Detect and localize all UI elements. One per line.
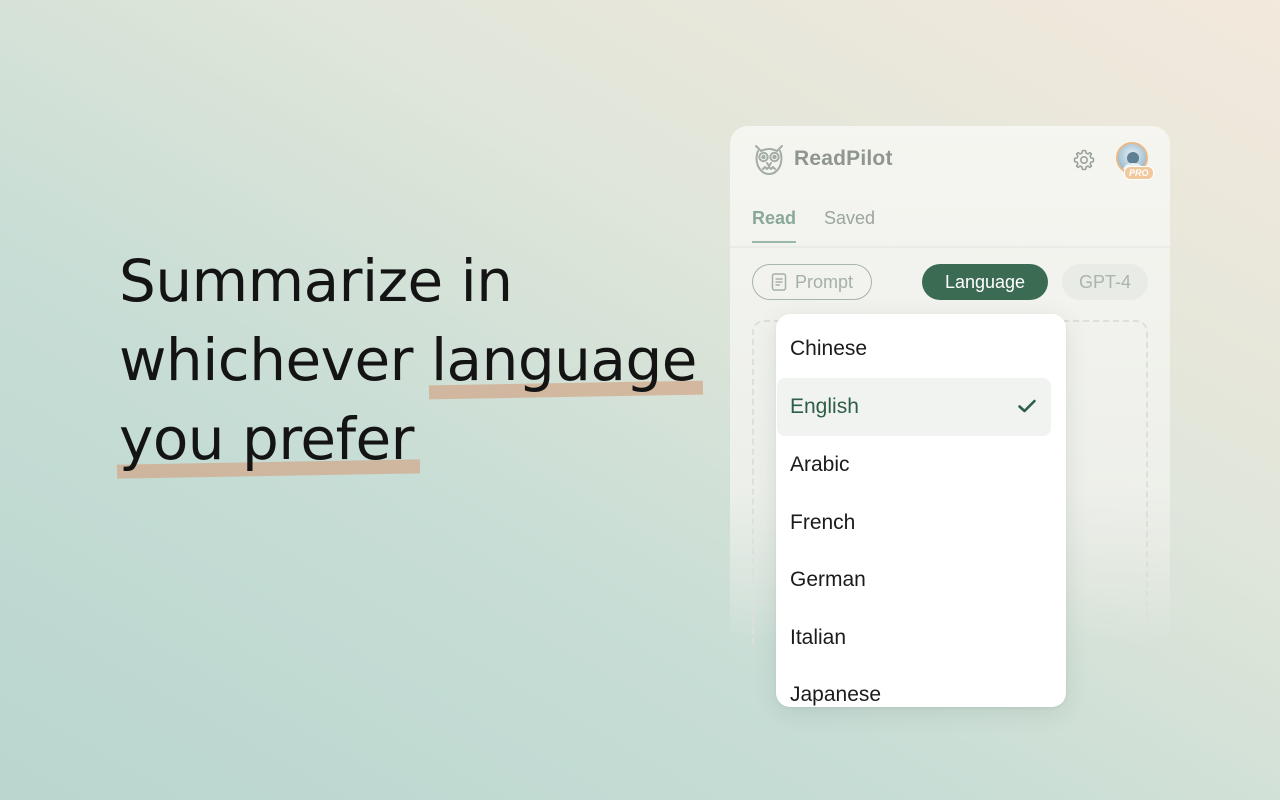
pro-badge: PRO [1124, 166, 1154, 180]
language-option-german[interactable]: German [776, 551, 1052, 609]
language-dropdown: Chinese English Arabic French German Ita… [776, 314, 1066, 707]
tab-read[interactable]: Read [752, 208, 797, 243]
language-button-label: Language [944, 271, 1026, 292]
prompt-button-label: Prompt [794, 271, 854, 292]
option-label: English [790, 395, 859, 418]
language-option-french[interactable]: French [776, 494, 1052, 552]
gear-icon[interactable] [1072, 148, 1096, 172]
option-label: German [790, 568, 866, 591]
headline-line-2: whichever language [119, 321, 697, 400]
language-button[interactable]: Language [922, 264, 1048, 300]
language-option-english[interactable]: English [777, 378, 1051, 436]
tab-saved[interactable]: Saved [824, 208, 875, 243]
brand-name: ReadPilot [794, 147, 893, 170]
headline-line-1: Summarize in [119, 247, 513, 315]
model-button-label: GPT-4 [1078, 271, 1131, 292]
language-option-italian[interactable]: Italian [776, 609, 1052, 667]
prompt-button[interactable]: Prompt [752, 264, 872, 300]
checkmark-icon [1018, 399, 1036, 413]
brand: ReadPilot [752, 142, 893, 176]
option-label: Arabic [790, 453, 850, 476]
avatar[interactable]: PRO [1116, 142, 1154, 180]
option-label: Italian [790, 626, 847, 649]
headline-line-2-text: whichever [119, 326, 431, 394]
model-button[interactable]: GPT-4 [1062, 264, 1148, 300]
headline: Summarize in whichever language you pref… [119, 242, 697, 479]
owl-icon [755, 145, 783, 175]
headline-highlight-language: language [431, 321, 698, 400]
document-icon [771, 273, 787, 291]
tab-bar: Read Saved [752, 208, 903, 243]
option-label: Chinese [790, 337, 868, 360]
language-option-japanese[interactable]: Japanese [776, 666, 1052, 707]
headline-line-3: you prefer [119, 400, 697, 479]
option-label: Japanese [790, 683, 882, 706]
language-option-arabic[interactable]: Arabic [776, 436, 1052, 494]
option-label: French [790, 511, 856, 534]
language-option-chinese[interactable]: Chinese [776, 320, 1052, 378]
headline-highlight-you-prefer: you prefer [119, 400, 415, 479]
tabs-divider [730, 246, 1170, 248]
